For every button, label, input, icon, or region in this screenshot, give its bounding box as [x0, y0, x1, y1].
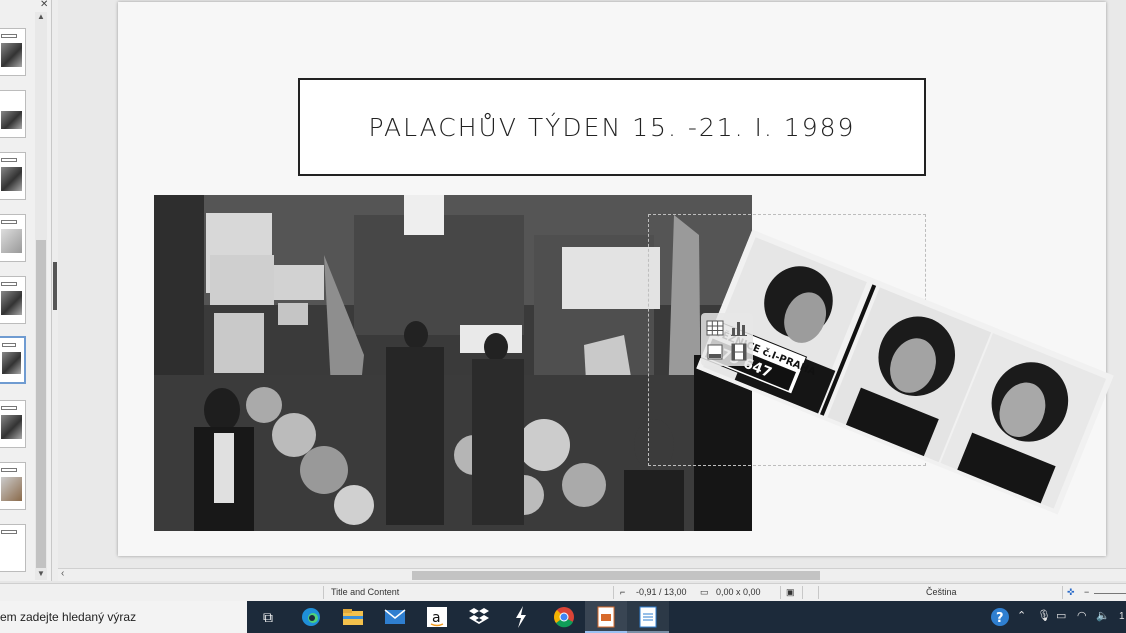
slide-thumbnail[interactable] [0, 524, 26, 572]
help-icon[interactable]: ? [988, 605, 1012, 629]
slide-thumbnail[interactable] [0, 214, 26, 262]
file-explorer-icon[interactable] [341, 605, 365, 629]
insert-image-icon[interactable] [705, 342, 725, 362]
edge-icon[interactable] [299, 605, 323, 629]
slide-thumbnail[interactable] [0, 90, 26, 138]
battery-icon[interactable]: ▭ [1056, 609, 1066, 622]
document-modified-icon[interactable]: ▣ [786, 587, 795, 598]
panel-scrollbar[interactable]: ▲ ▼ [35, 12, 47, 580]
bolt-icon[interactable] [509, 605, 533, 629]
splitter-grip[interactable] [53, 262, 57, 310]
title-textbox[interactable]: PALACHŮV TÝDEN 15. -21. I. 1989 [298, 78, 926, 176]
status-bar: Title and Content ⌐ -0,91 / 13,00 ▭ 0,00… [0, 583, 1126, 601]
amazon-icon[interactable]: a [425, 605, 449, 629]
slide: PALACHŮV TÝDEN 15. -21. I. 1989 VĚZNICE … [118, 2, 1114, 556]
writer-icon[interactable] [636, 605, 660, 629]
slide-title: PALACHŮV TÝDEN 15. -21. I. 1989 [368, 112, 856, 142]
volume-icon[interactable]: 🔈 [1096, 609, 1110, 622]
zoom-slider[interactable] [1094, 593, 1126, 594]
close-panel-icon[interactable]: ✕ [40, 0, 48, 10]
zoom-out-icon[interactable]: − [1084, 587, 1089, 597]
chrome-icon[interactable] [552, 605, 576, 629]
status-language[interactable]: Čeština [926, 587, 957, 597]
scroll-down-icon[interactable]: ▼ [35, 569, 47, 578]
horizontal-scrollbar[interactable]: ‹ [58, 568, 1126, 581]
size-icon: ▭ [700, 587, 709, 597]
taskbar: em zadejte hledaný výraz ⧉ a ? ⌃ 🎙 ▭ ◠ 🔈… [0, 601, 1126, 633]
scroll-left-icon[interactable]: ‹ [61, 568, 64, 579]
status-layout-name: Title and Content [331, 587, 400, 597]
editing-canvas: PALACHŮV TÝDEN 15. -21. I. 1989 VĚZNICE … [58, 0, 1126, 568]
slide-thumbnail[interactable] [0, 152, 26, 200]
status-position: -0,91 / 13,00 [636, 587, 687, 597]
show-hidden-icons-icon[interactable]: ⌃ [1017, 609, 1026, 622]
dropbox-icon[interactable] [467, 605, 491, 629]
mail-icon[interactable] [383, 605, 407, 629]
task-view-icon[interactable]: ⧉ [256, 605, 280, 629]
slide-panel: ✕ ▲ ▼ [0, 0, 52, 581]
horizontal-scroll-thumb[interactable] [412, 571, 820, 580]
slide-thumbnail[interactable] [0, 276, 26, 324]
svg-text:a: a [432, 610, 441, 626]
insert-table-icon[interactable] [705, 318, 725, 338]
insert-video-icon[interactable] [729, 342, 749, 362]
search-placeholder: em zadejte hledaný výraz [0, 610, 137, 624]
status-size: 0,00 x 0,00 [716, 587, 761, 597]
insert-chart-icon[interactable] [729, 318, 749, 338]
slide-thumbnail[interactable] [0, 28, 26, 76]
wifi-icon[interactable]: ◠ [1077, 609, 1087, 622]
slide-thumbnail[interactable] [0, 462, 26, 510]
fit-slide-icon[interactable]: ✜ [1067, 587, 1075, 598]
microphone-icon[interactable]: 🎙 [1037, 609, 1051, 622]
slide-thumbnail[interactable] [0, 400, 26, 448]
slide-thumbnail-selected[interactable] [0, 336, 26, 384]
impress-icon[interactable] [594, 605, 618, 629]
scroll-up-icon[interactable]: ▲ [35, 12, 47, 21]
panel-scroll-thumb[interactable] [36, 240, 46, 568]
clock[interactable]: 1 [1119, 611, 1125, 622]
svg-text:?: ? [996, 611, 1004, 626]
taskbar-search-box[interactable]: em zadejte hledaný výraz [0, 601, 247, 633]
insert-object-toolbar [701, 313, 753, 366]
position-icon: ⌐ [620, 587, 626, 597]
